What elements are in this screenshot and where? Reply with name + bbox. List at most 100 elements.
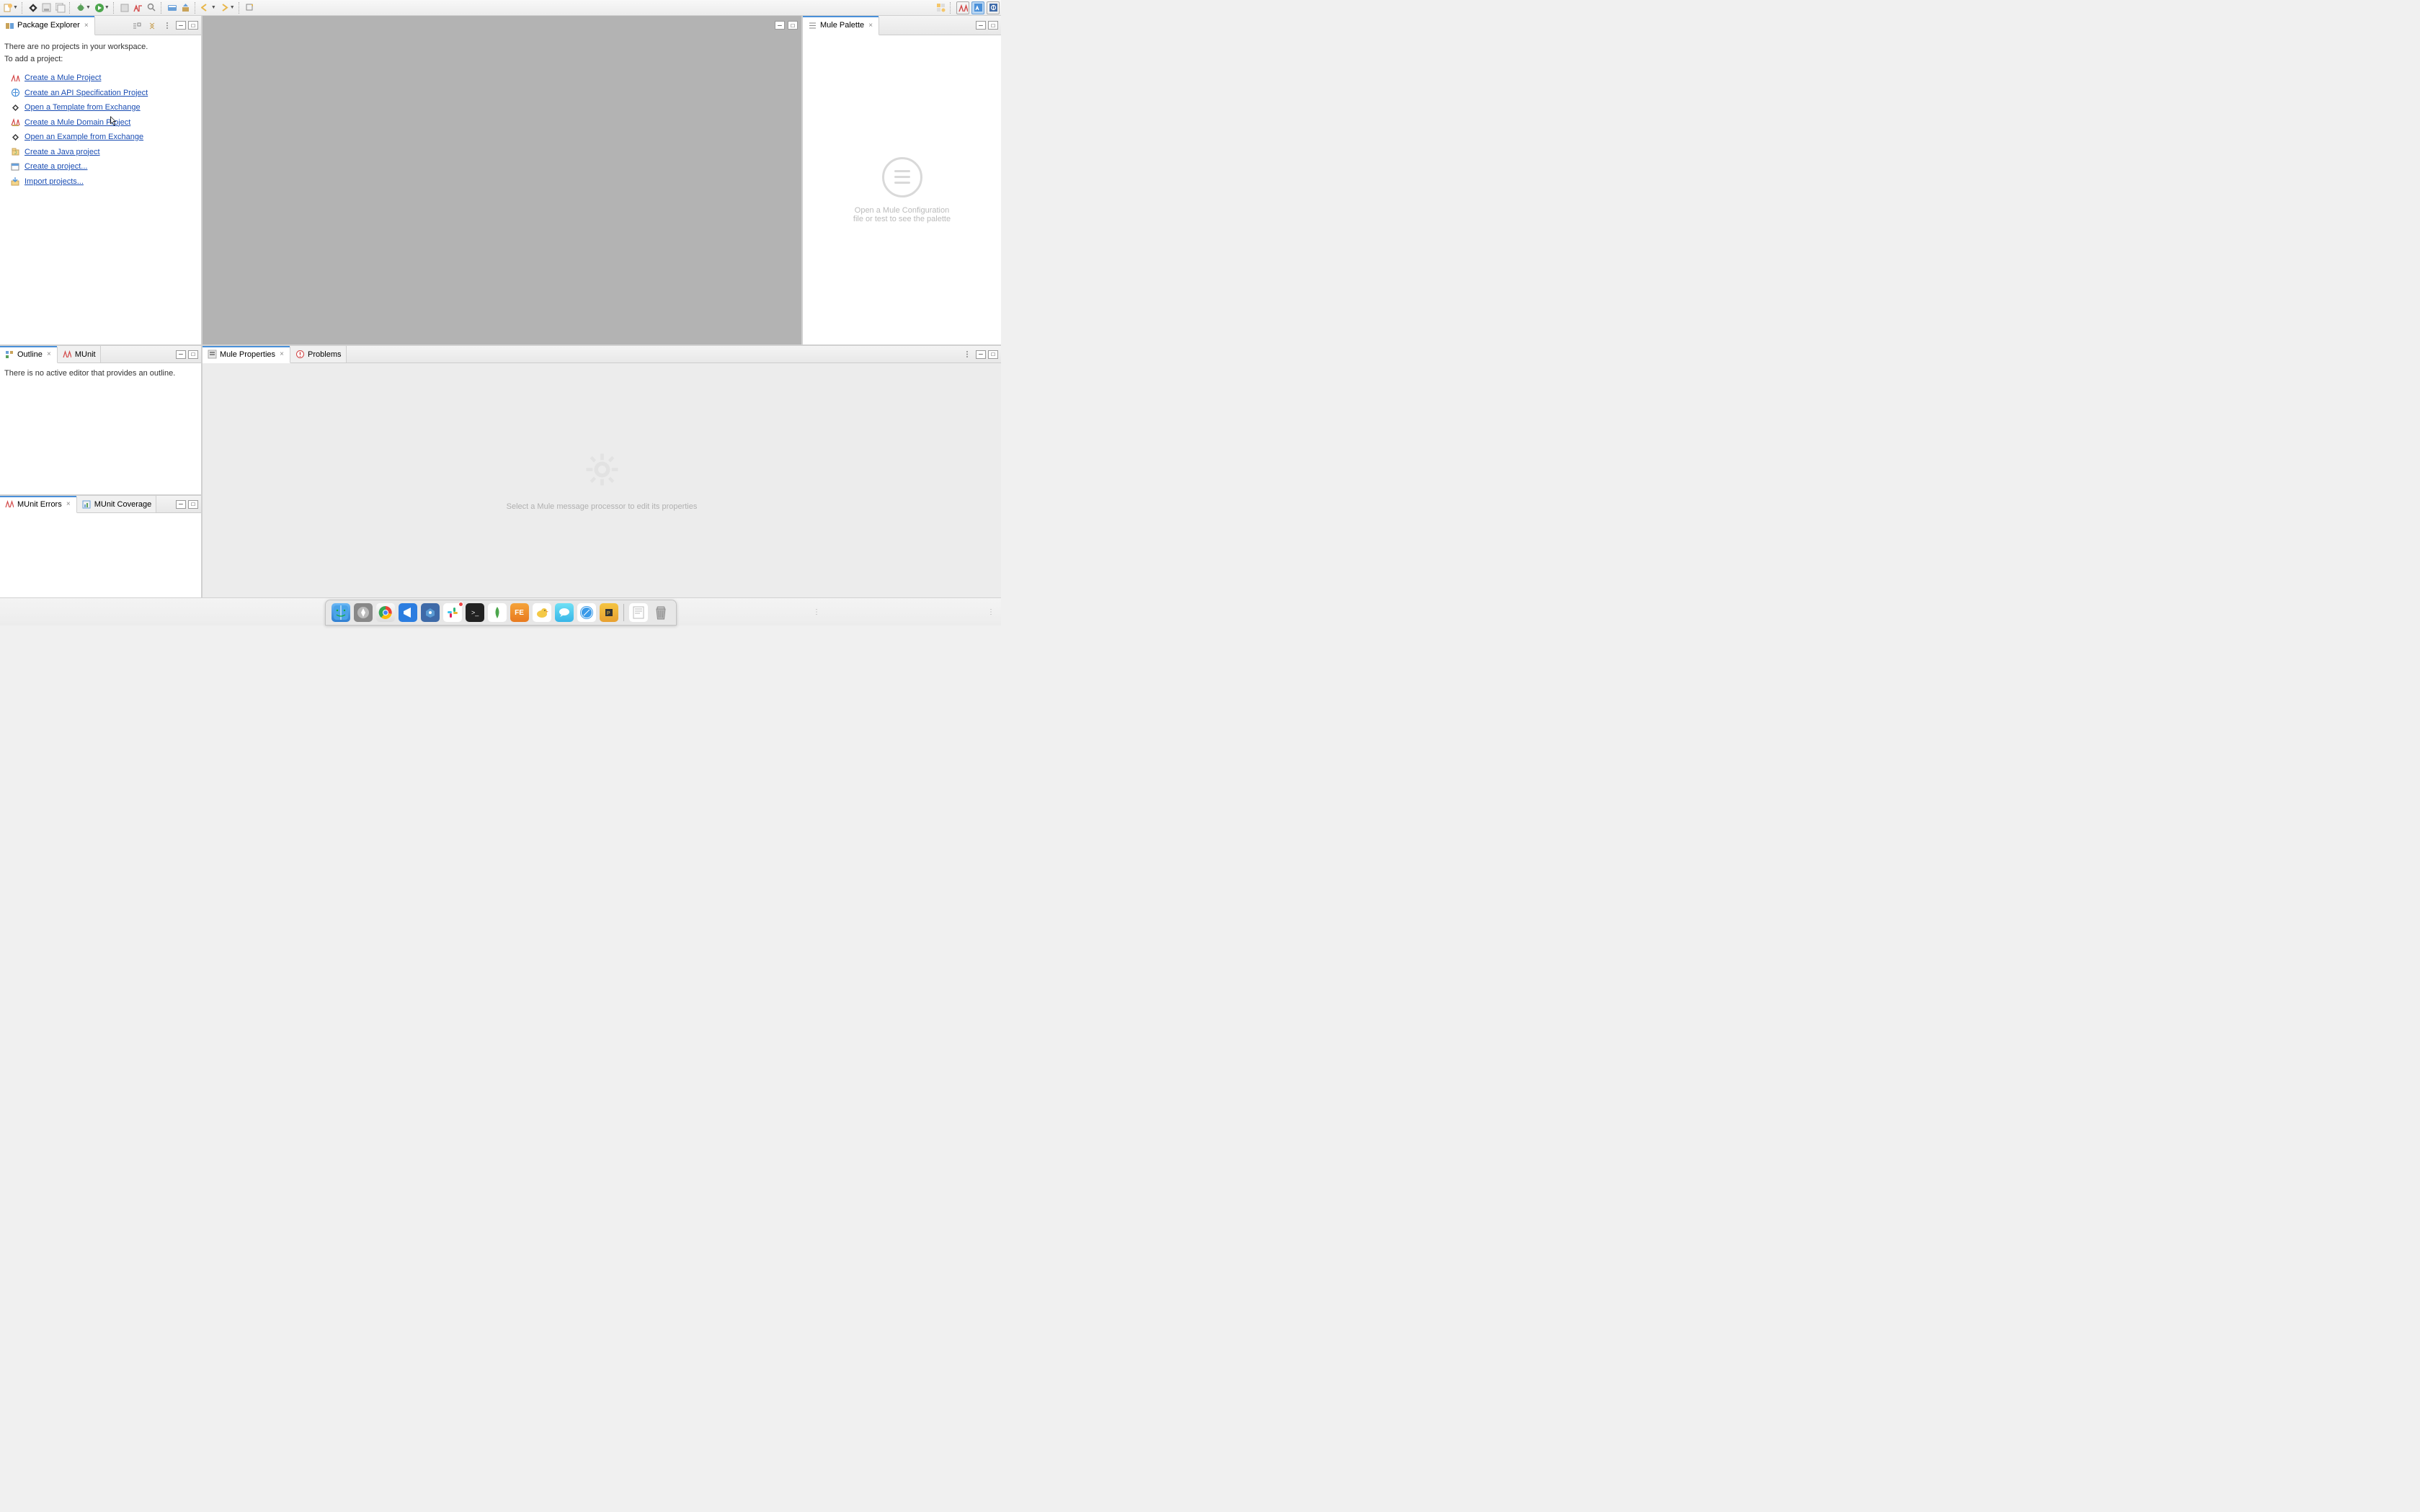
dock-finder[interactable] [332,603,350,622]
outline-panel: Outline × MUnit ─ □ There is no active e… [0,346,201,494]
palette-placeholder-icon [882,157,922,197]
dropdown-arrow-icon[interactable]: ▼ [211,5,216,10]
minimize-button[interactable]: ─ [976,350,986,359]
dock-pycharm[interactable]: P [600,603,618,622]
deploy-button[interactable] [179,1,192,14]
collapse-all-button[interactable] [130,19,143,32]
maximize-button[interactable]: □ [988,350,998,359]
close-icon[interactable]: × [867,22,874,30]
dock-trash[interactable] [651,603,670,622]
tab-munit-coverage[interactable]: MUnit Coverage [77,496,156,512]
panel-controls: ─ □ [176,500,201,509]
dock-anypoint-studio[interactable] [421,603,440,622]
tab-outline[interactable]: Outline × [0,347,58,363]
palette-icon [807,20,817,30]
problems-icon [295,350,305,360]
minimize-button[interactable]: ─ [775,21,785,30]
munit-errors-panel: MUnit Errors × MUnit Coverage ─ □ [0,496,201,597]
action-link: Open an Example from Exchange [25,131,143,143]
outline-empty-text: There is no active editor that provides … [4,369,175,378]
dock-terminal[interactable]: >_ [466,603,484,622]
palette-body: Open a Mule Configuration file or test t… [803,35,1001,344]
maximize-button[interactable]: □ [988,21,998,30]
action-create-api-spec[interactable]: Create an API Specification Project [4,86,197,101]
view-menu-button[interactable] [161,19,174,32]
dock-safari[interactable] [577,603,596,622]
minimize-button[interactable]: ─ [176,350,186,359]
maximize-button[interactable]: □ [188,21,198,30]
dropdown-arrow-icon[interactable]: ▼ [230,5,235,10]
action-open-template[interactable]: Open a Template from Exchange [4,100,197,115]
dock-duck[interactable] [533,603,551,622]
outline-tabbar: Outline × MUnit ─ □ [0,346,201,363]
action-create-mule-project[interactable]: Create a Mule Project [4,71,197,86]
search-button[interactable] [146,1,159,14]
close-icon[interactable]: × [65,500,72,508]
minimize-button[interactable]: ─ [976,21,986,30]
action-link: Import projects... [25,176,84,188]
action-list: Create a Mule Project Create an API Spec… [4,71,197,189]
close-icon[interactable]: × [278,350,285,358]
link-editor-button[interactable] [146,19,159,32]
tab-label: MUnit Errors [17,500,62,509]
munit-coverage-icon [81,499,92,510]
action-create-domain[interactable]: Create a Mule Domain Project [4,115,197,130]
munit-errors-tabbar: MUnit Errors × MUnit Coverage ─ □ [0,496,201,513]
empty-text-line2: To add a project: [4,53,197,66]
tab-package-explorer[interactable]: Package Explorer × [0,17,95,35]
dropdown-arrow-icon[interactable]: ▼ [86,5,91,10]
domain-icon [10,117,20,128]
dropdown-arrow-icon[interactable]: ▼ [13,5,18,10]
maximize-button[interactable]: □ [188,500,198,509]
tab-munit-errors[interactable]: MUnit Errors × [0,497,77,513]
tab-label: Problems [308,350,341,359]
api-perspective[interactable] [987,1,1000,14]
exchange-icon[interactable] [27,1,40,14]
dock-messages[interactable] [555,603,574,622]
dock-vscode[interactable] [399,603,417,622]
maximize-button[interactable]: □ [188,350,198,359]
action-open-example[interactable]: Open an Example from Exchange [4,130,197,145]
pin-button[interactable] [244,1,257,14]
open-perspective-button[interactable] [935,1,948,14]
tab-mule-palette[interactable]: Mule Palette × [803,17,879,35]
dropdown-arrow-icon[interactable]: ▼ [104,5,110,10]
tab-problems[interactable]: Problems [290,346,346,363]
package-explorer-panel: Package Explorer × ─ □ There are no proj… [0,16,201,344]
gear-icon [582,450,622,489]
action-create-java-project[interactable]: J Create a Java project [4,145,197,160]
dock-mongo[interactable] [488,603,507,622]
view-menu-button[interactable] [961,348,974,361]
maximize-button[interactable]: □ [788,21,798,30]
outline-body: There is no active editor that provides … [0,363,201,383]
dock-textedit[interactable] [629,603,648,622]
dock-chrome[interactable] [376,603,395,622]
toolbar-separator [950,2,953,14]
munit-icon[interactable] [132,1,145,14]
minimize-button[interactable]: ─ [176,500,186,509]
dock-slack[interactable] [443,603,462,622]
tab-mule-properties[interactable]: Mule Properties × [203,347,290,363]
api-button[interactable] [166,1,179,14]
minimize-button[interactable]: ─ [176,21,186,30]
tab-label: Mule Palette [820,21,864,30]
save-button[interactable] [40,1,53,14]
stop-button[interactable] [118,1,131,14]
mule-design-perspective[interactable] [956,1,969,14]
tab-label: Mule Properties [220,350,275,359]
action-link: Create a Java project [25,146,100,159]
status-grip-right: ⋮ [987,608,995,616]
mule-debug-perspective[interactable] [971,1,984,14]
dock-fe-app[interactable]: FE [510,603,529,622]
action-import-projects[interactable]: Import projects... [4,174,197,190]
save-all-button[interactable] [54,1,67,14]
close-icon[interactable]: × [83,22,90,30]
dock-launchpad[interactable] [354,603,373,622]
action-create-project[interactable]: Create a project... [4,159,197,174]
tab-munit[interactable]: MUnit [58,346,101,363]
close-icon[interactable]: × [45,350,53,358]
package-explorer-body: There are no projects in your workspace.… [0,35,201,195]
outline-icon [4,350,14,360]
panel-controls: ─ □ [961,348,1001,361]
dock-container: >_ FE P [325,600,677,626]
